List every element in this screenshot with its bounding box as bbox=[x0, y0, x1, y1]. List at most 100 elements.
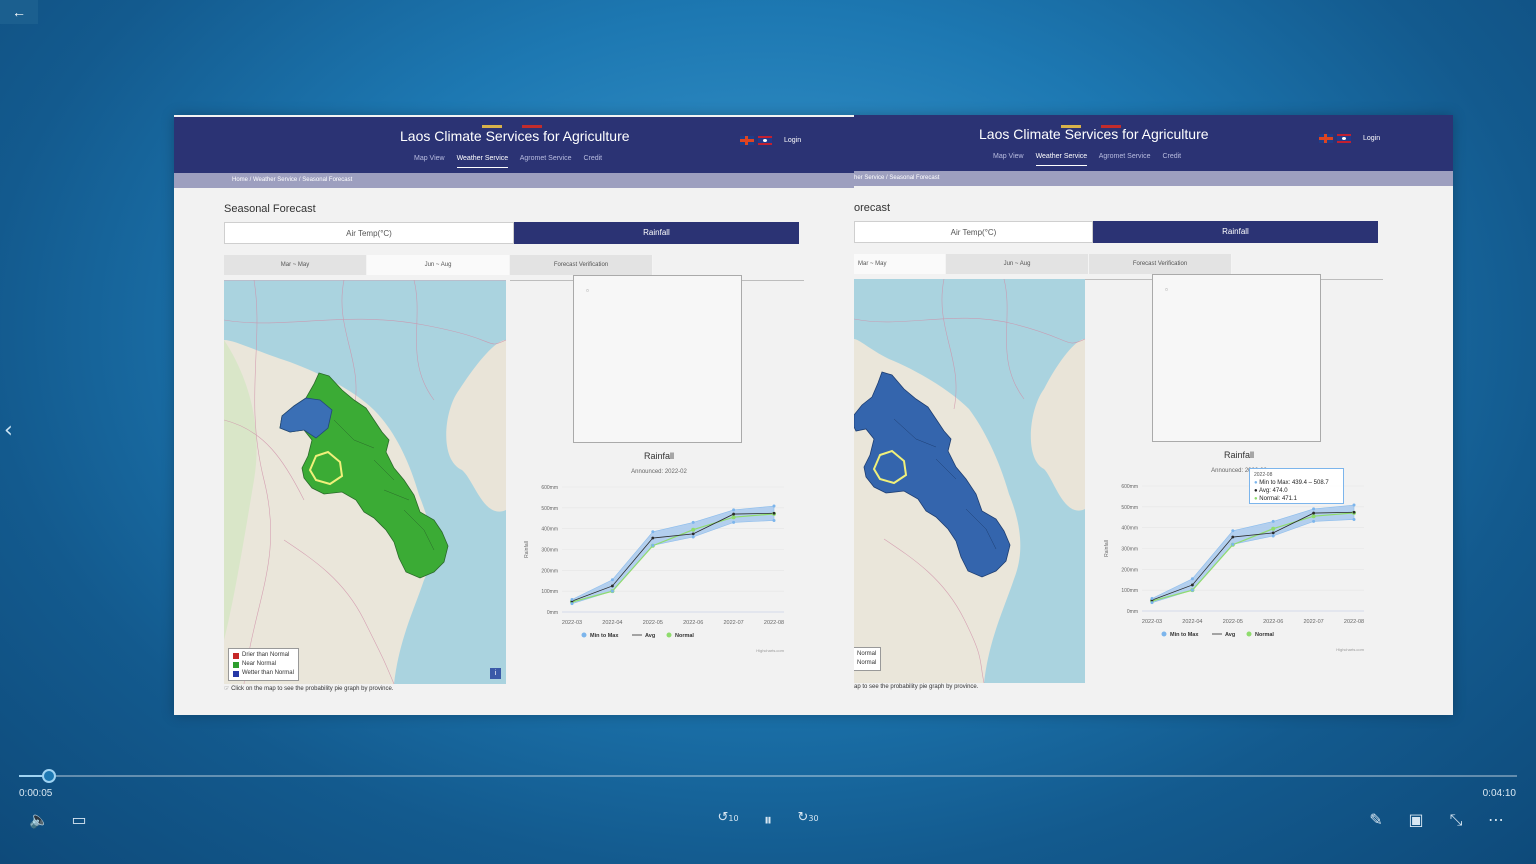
range-low-point bbox=[1352, 517, 1356, 521]
chart-title: Rainfall bbox=[644, 451, 674, 461]
tab-mar-may[interactable]: Mar ~ May bbox=[854, 254, 946, 274]
more-options-icon[interactable]: ⋯ bbox=[1484, 810, 1508, 829]
x-tick-label: 2022-03 bbox=[1142, 619, 1162, 625]
nav-map-view[interactable]: Map View bbox=[414, 155, 445, 167]
normal-point bbox=[1271, 526, 1276, 531]
y-tick-label: 0mm bbox=[547, 610, 558, 616]
captions-icon[interactable]: ▭ bbox=[67, 810, 91, 829]
pause-icon[interactable]: ⏸ bbox=[756, 810, 780, 830]
tab-forecast-verification[interactable]: Forecast Verification bbox=[1089, 254, 1232, 274]
nav-agromet-service[interactable]: Agromet Service bbox=[520, 155, 572, 167]
chart-credit: Highcharts.com bbox=[1336, 647, 1364, 652]
login-link[interactable]: Login bbox=[784, 137, 801, 144]
tab-forecast-verification[interactable]: Forecast Verification bbox=[510, 255, 653, 275]
avg-point bbox=[651, 536, 655, 540]
site-header: Laos Climate Services for Agriculture Ma… bbox=[174, 117, 854, 173]
wetter-swatch bbox=[233, 670, 239, 677]
legend-drier: Drier than Normal bbox=[233, 651, 294, 660]
broken-image-icon: ▫ bbox=[1165, 285, 1168, 294]
y-tick-label: 600mm bbox=[1121, 484, 1138, 490]
lao-flag-icon[interactable] bbox=[758, 136, 772, 145]
min-max-range-area bbox=[1151, 504, 1355, 604]
nav-credit[interactable]: Credit bbox=[1162, 153, 1181, 165]
legend-range-label: Min to Max bbox=[1170, 632, 1199, 638]
login-link[interactable]: Login bbox=[1363, 135, 1380, 142]
seek-thumb[interactable] bbox=[41, 769, 56, 783]
tab-mar-may[interactable]: Mar ~ May bbox=[224, 255, 367, 275]
page-title: Seasonal Forecast bbox=[224, 203, 316, 215]
language-switcher: Login bbox=[1319, 134, 1380, 143]
legend-label: Wetter than Normal bbox=[242, 670, 294, 676]
y-tick-label: 300mm bbox=[541, 548, 558, 554]
volume-icon[interactable]: 🔈 bbox=[27, 810, 51, 829]
y-axis-title: Rainfall bbox=[1104, 540, 1110, 557]
nav-map-view[interactable]: Map View bbox=[993, 153, 1024, 165]
pen-icon[interactable]: ✎ bbox=[1364, 810, 1388, 829]
avg-point bbox=[732, 512, 735, 516]
tab-rainfall[interactable]: Rainfall bbox=[1093, 221, 1378, 243]
legend-near: Near Normal bbox=[233, 660, 294, 669]
map-legend: Normal Normal bbox=[854, 647, 882, 671]
x-tick-label: 2022-04 bbox=[602, 620, 622, 626]
english-flag-icon[interactable] bbox=[1319, 134, 1333, 143]
legend-normal-marker bbox=[666, 632, 672, 638]
skip-forward-button[interactable]: ↻30 bbox=[796, 810, 820, 825]
lao-flag-icon[interactable] bbox=[1337, 134, 1351, 143]
language-switcher: Login bbox=[740, 136, 801, 145]
legend-normal-marker bbox=[1246, 631, 1252, 637]
nav-credit[interactable]: Credit bbox=[583, 155, 602, 167]
tab-jun-aug[interactable]: Jun ~ Aug bbox=[367, 255, 510, 275]
tab-air-temp[interactable]: Air Temp(°C) bbox=[224, 222, 514, 244]
type-tabs: Air Temp(°C) Rainfall bbox=[224, 222, 799, 244]
probability-image-placeholder: ▫ bbox=[1152, 274, 1321, 442]
breadcrumb: Home / Weather Service / Seasonal Foreca… bbox=[174, 173, 854, 188]
exit-fullscreen-icon[interactable]: ⤡ bbox=[1444, 810, 1468, 830]
rainfall-chart[interactable]: Rainfall Announced: 2022-02 0mm 100mm 200mm 3… bbox=[514, 447, 804, 662]
nav-agromet-service[interactable]: Agromet Service bbox=[1099, 153, 1151, 165]
skip-forward-label: 30 bbox=[808, 814, 819, 823]
back-button[interactable]: ← bbox=[0, 0, 38, 24]
range-high-point bbox=[691, 520, 695, 524]
previous-chevron-icon[interactable]: ‹ bbox=[4, 418, 13, 443]
avg-point bbox=[772, 511, 776, 515]
map-hint: ☞ Click on the map to see the probabilit… bbox=[224, 685, 394, 692]
avg-point bbox=[691, 532, 695, 536]
seek-bar[interactable] bbox=[19, 769, 1517, 783]
y-tick-label: 300mm bbox=[1121, 547, 1138, 553]
x-tick-label: 2022-05 bbox=[1223, 619, 1243, 625]
range-low-point bbox=[732, 520, 736, 524]
tab-jun-aug[interactable]: Jun ~ Aug bbox=[946, 254, 1089, 274]
legend-label: Normal bbox=[857, 651, 877, 657]
avg-point bbox=[1191, 583, 1194, 587]
nav-weather-service[interactable]: Weather Service bbox=[456, 155, 509, 168]
back-arrow-icon: ← bbox=[12, 4, 26, 20]
avg-point bbox=[1271, 531, 1275, 535]
range-high-point bbox=[570, 598, 574, 601]
drier-swatch bbox=[233, 652, 239, 659]
forecast-map[interactable]: Normal Normal bbox=[854, 279, 1085, 683]
tab-air-temp[interactable]: Air Temp(°C) bbox=[854, 221, 1093, 243]
video-frame[interactable]: Laos Climate Services for Agriculture Ma… bbox=[174, 115, 1453, 715]
skip-back-label: 10 bbox=[728, 814, 739, 823]
probability-image-placeholder: ▫ bbox=[573, 275, 742, 443]
total-time: 0:04:10 bbox=[1482, 788, 1516, 799]
nav-weather-service[interactable]: Weather Service bbox=[1035, 153, 1088, 166]
avg-point bbox=[1352, 510, 1356, 514]
left-browser-pane: Laos Climate Services for Agriculture Ma… bbox=[174, 115, 854, 715]
mini-view-icon[interactable]: ▣ bbox=[1404, 810, 1428, 829]
site-header: Laos Climate Services for Agriculture Ma… bbox=[854, 115, 1453, 171]
site-nav: Map View Weather Service Agromet Service… bbox=[414, 155, 612, 168]
skip-back-button[interactable]: ↺10 bbox=[716, 810, 740, 825]
info-button[interactable]: i bbox=[490, 668, 501, 679]
range-low-point bbox=[1190, 588, 1194, 592]
legend-normal-label: Normal bbox=[675, 633, 694, 639]
forecast-map[interactable]: Drier than Normal Near Normal Wetter tha… bbox=[224, 280, 506, 684]
min-max-range-area bbox=[571, 505, 775, 605]
legend-near: Normal bbox=[857, 650, 876, 659]
english-flag-icon[interactable] bbox=[740, 136, 754, 145]
normal-point bbox=[691, 527, 696, 532]
tab-rainfall[interactable]: Rainfall bbox=[514, 222, 799, 244]
x-tick-label: 2022-03 bbox=[562, 620, 582, 626]
forward-icon: ↻ bbox=[797, 810, 809, 825]
legend-normal-label: Normal bbox=[1255, 632, 1274, 638]
